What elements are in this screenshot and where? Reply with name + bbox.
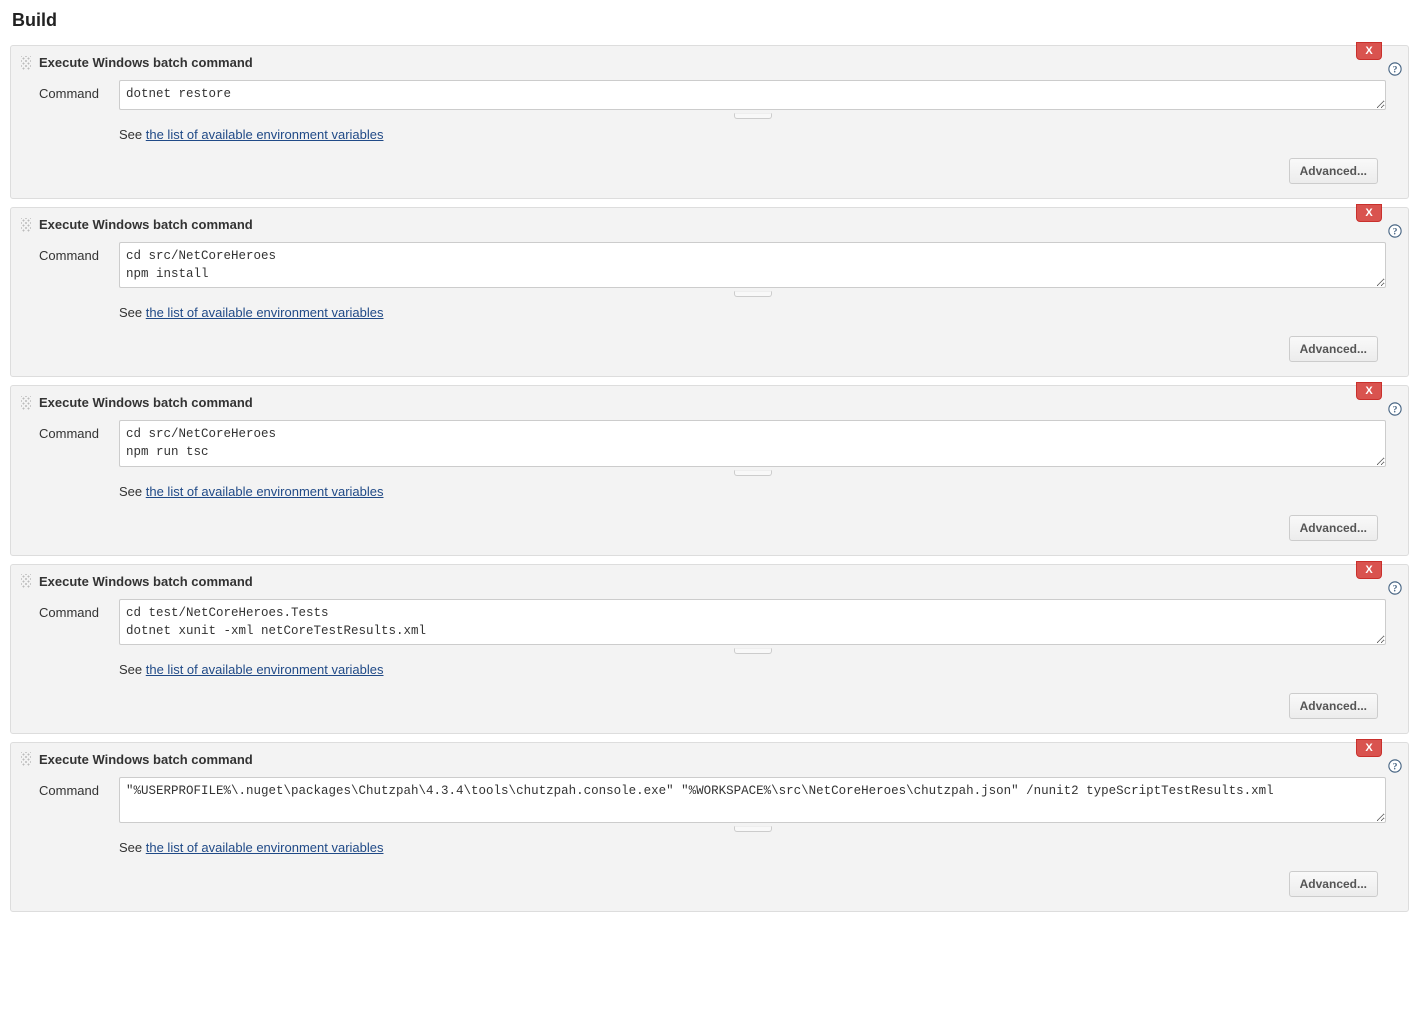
- command-label: Command: [39, 80, 111, 101]
- command-textarea[interactable]: dotnet restore: [119, 80, 1386, 110]
- svg-text:?: ?: [1393, 583, 1398, 594]
- advanced-button[interactable]: Advanced...: [1289, 693, 1378, 719]
- command-label: Command: [39, 599, 111, 620]
- advanced-button[interactable]: Advanced...: [1289, 158, 1378, 184]
- command-label: Command: [39, 242, 111, 263]
- help-icon[interactable]: ?: [1388, 759, 1402, 773]
- advanced-button[interactable]: Advanced...: [1289, 336, 1378, 362]
- drag-handle-icon[interactable]: [21, 218, 31, 232]
- build-step-title: Execute Windows batch command: [39, 395, 1398, 410]
- textarea-resize-handle[interactable]: [734, 291, 772, 297]
- build-section-title: Build: [12, 10, 1409, 31]
- command-textarea[interactable]: cd src/NetCoreHeroes npm install: [119, 242, 1386, 288]
- textarea-resize-handle[interactable]: [734, 648, 772, 654]
- command-textarea[interactable]: "%USERPROFILE%\.nuget\packages\Chutzpah\…: [119, 777, 1386, 823]
- help-icon[interactable]: ?: [1388, 62, 1402, 76]
- textarea-resize-handle[interactable]: [734, 826, 772, 832]
- env-vars-link[interactable]: the list of available environment variab…: [146, 840, 384, 855]
- build-step-title: Execute Windows batch command: [39, 752, 1398, 767]
- build-step-title: Execute Windows batch command: [39, 55, 1398, 70]
- drag-handle-icon[interactable]: [21, 574, 31, 588]
- svg-text:?: ?: [1393, 405, 1398, 416]
- env-vars-hint: See the list of available environment va…: [119, 840, 1408, 855]
- env-vars-hint: See the list of available environment va…: [119, 484, 1408, 499]
- build-step: X Execute Windows batch command ? Comman…: [10, 45, 1409, 199]
- drag-handle-icon[interactable]: [21, 396, 31, 410]
- command-label: Command: [39, 420, 111, 441]
- build-step: X Execute Windows batch command ? Comman…: [10, 742, 1409, 912]
- build-step: X Execute Windows batch command ? Comman…: [10, 207, 1409, 377]
- command-label: Command: [39, 777, 111, 798]
- env-vars-hint: See the list of available environment va…: [119, 305, 1408, 320]
- textarea-resize-handle[interactable]: [734, 113, 772, 119]
- advanced-button[interactable]: Advanced...: [1289, 871, 1378, 897]
- build-step-title: Execute Windows batch command: [39, 217, 1398, 232]
- env-vars-link[interactable]: the list of available environment variab…: [146, 127, 384, 142]
- svg-text:?: ?: [1393, 227, 1398, 238]
- svg-text:?: ?: [1393, 761, 1398, 772]
- env-vars-link[interactable]: the list of available environment variab…: [146, 662, 384, 677]
- help-icon[interactable]: ?: [1388, 402, 1402, 416]
- svg-text:?: ?: [1393, 65, 1398, 76]
- command-textarea[interactable]: cd test/NetCoreHeroes.Tests dotnet xunit…: [119, 599, 1386, 645]
- drag-handle-icon[interactable]: [21, 56, 31, 70]
- build-step: X Execute Windows batch command ? Comman…: [10, 385, 1409, 555]
- advanced-button[interactable]: Advanced...: [1289, 515, 1378, 541]
- env-vars-hint: See the list of available environment va…: [119, 662, 1408, 677]
- build-step-title: Execute Windows batch command: [39, 574, 1398, 589]
- drag-handle-icon[interactable]: [21, 752, 31, 766]
- help-icon[interactable]: ?: [1388, 224, 1402, 238]
- env-vars-link[interactable]: the list of available environment variab…: [146, 484, 384, 499]
- textarea-resize-handle[interactable]: [734, 470, 772, 476]
- env-vars-link[interactable]: the list of available environment variab…: [146, 305, 384, 320]
- build-step: X Execute Windows batch command ? Comman…: [10, 564, 1409, 734]
- help-icon[interactable]: ?: [1388, 581, 1402, 595]
- env-vars-hint: See the list of available environment va…: [119, 127, 1408, 142]
- command-textarea[interactable]: cd src/NetCoreHeroes npm run tsc: [119, 420, 1386, 466]
